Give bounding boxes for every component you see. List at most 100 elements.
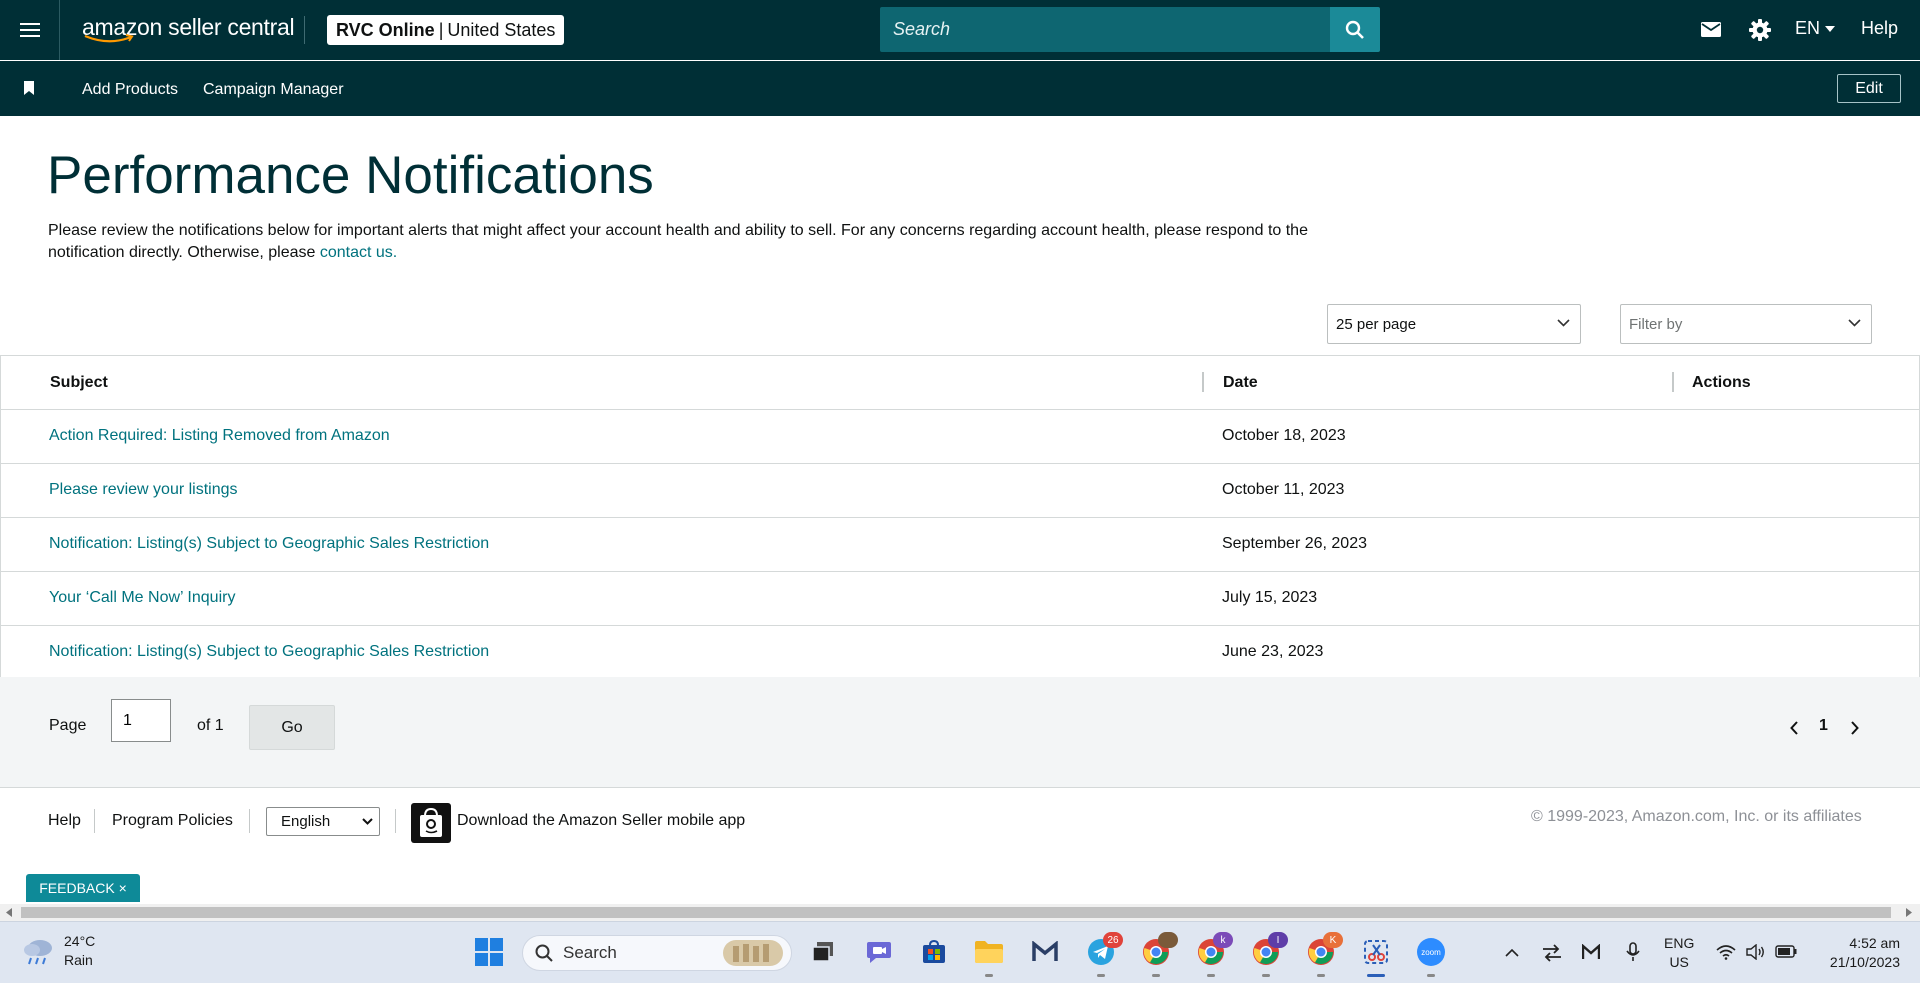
clock-date: 21/10/2023 [1829,954,1900,970]
horizontal-scrollbar[interactable] [0,904,1920,921]
network-sync-icon[interactable] [1542,944,1562,962]
intro-paragraph: Please review the notifications below fo… [48,220,1308,264]
mailbird-button[interactable] [1029,936,1061,968]
notification-date: June 23, 2023 [1222,643,1324,660]
svg-text:zoom: zoom [1421,948,1441,957]
taskbar-search-label: Search [563,943,617,962]
store-region: United States [447,19,556,40]
scroll-right-icon[interactable] [1906,908,1912,917]
file-explorer-button[interactable] [973,936,1005,977]
zoom-button[interactable]: zoom [1415,936,1447,977]
bookmark-icon[interactable] [23,81,35,95]
snipping-tool-button[interactable] [1360,936,1392,977]
folder-icon [975,941,1003,963]
notification-subject-link[interactable]: Notification: Listing(s) Subject to Geog… [49,643,489,661]
notification-badge: 26 [1103,932,1123,948]
notification-date: September 26, 2023 [1222,535,1367,552]
language-selector[interactable]: EN [1795,18,1836,39]
hamburger-menu-button[interactable] [0,0,60,60]
amazon-seller-app-icon[interactable] [411,803,451,843]
weather-temperature: 24°C [64,933,96,949]
table-row: Notification: Listing(s) Subject to Geog… [1,518,1919,572]
profile-avatar [1158,932,1178,948]
chevron-up-icon[interactable] [1505,949,1519,957]
column-resizer[interactable] [1672,372,1674,392]
search-icon [535,944,553,962]
input-language-indicator[interactable]: ENG US [1664,934,1694,972]
scrollbar-thumb[interactable] [21,907,1891,918]
microsoft-store-button[interactable] [918,936,950,968]
telegram-button[interactable]: 26 [1085,932,1123,977]
input-language-line1: ENG [1664,935,1695,951]
teams-chat-button[interactable] [863,936,895,968]
copyright-text: © 1999-2023, Amazon.com, Inc. or its aff… [1531,808,1862,825]
chevron-down-icon [362,818,373,825]
running-indicator [1152,974,1160,977]
notification-date: October 18, 2023 [1222,427,1346,444]
column-header-subject[interactable]: Subject [50,374,108,392]
per-page-value: 25 per page [1336,315,1417,333]
store-name: RVC Online [336,19,435,40]
filter-by-select[interactable]: Filter by [1620,304,1872,344]
notification-subject-link[interactable]: Action Required: Listing Removed from Am… [49,427,390,445]
microphone-icon[interactable] [1626,942,1640,962]
notification-subject-link[interactable]: Please review your listings [49,481,238,499]
chrome-profile-button[interactable] [1140,932,1178,977]
scroll-left-icon[interactable] [6,908,12,917]
program-policies-link[interactable]: Program Policies [112,812,233,830]
footer-help-link[interactable]: Help [48,812,81,830]
mailbird-tray-icon[interactable] [1582,944,1600,960]
running-indicator [1427,974,1435,977]
speaker-icon[interactable] [1746,944,1766,960]
chrome-profile-button[interactable]: k [1195,932,1233,977]
per-page-select[interactable]: 25 per page [1327,304,1581,344]
footer-language-select[interactable]: English [266,807,380,836]
weather-widget[interactable]: 24°C Rain [22,932,95,970]
battery-icon[interactable] [1775,945,1797,958]
add-products-link[interactable]: Add Products [82,81,178,99]
help-link[interactable]: Help [1861,18,1898,39]
taskbar-search-box[interactable]: Search [522,935,792,971]
search-input[interactable]: Search [880,7,1330,52]
task-view-button[interactable] [807,936,839,968]
running-indicator [985,974,993,977]
notification-subject-link[interactable]: Notification: Listing(s) Subject to Geog… [49,535,489,553]
chevron-right-icon[interactable] [1851,721,1859,735]
clock[interactable]: 4:52 am 21/10/2023 [1816,934,1900,972]
download-app-link[interactable]: Download the Amazon Seller mobile app [457,812,745,830]
wifi-icon[interactable] [1716,944,1736,960]
hamburger-icon [19,23,40,37]
windows-start-button[interactable] [473,936,505,968]
amazon-seller-central-logo[interactable]: amazon seller central [82,14,295,43]
gear-icon[interactable] [1748,18,1772,42]
input-language-line2: US [1669,954,1689,970]
footer-divider [249,809,250,833]
notifications-table: Subject Date Actions Action Required: Li… [0,355,1920,680]
edit-button[interactable]: Edit [1837,74,1901,103]
current-page-number[interactable]: 1 [1819,717,1828,735]
snipping-tool-icon [1364,940,1388,964]
amazon-bag-icon [420,807,442,837]
column-resizer[interactable] [1202,372,1204,392]
running-indicator [1317,974,1325,977]
go-button[interactable]: Go [249,705,335,750]
store-selector[interactable]: RVC Online | United States [327,15,565,45]
running-indicator [1262,974,1270,977]
mail-icon[interactable] [1700,19,1722,39]
chrome-profile-button[interactable]: K [1305,932,1343,977]
contact-us-link[interactable]: contact us. [320,244,397,261]
footer-language-value: English [281,813,331,830]
profile-badge: K [1323,932,1343,948]
campaign-manager-link[interactable]: Campaign Manager [203,81,344,99]
logo-divider [304,16,305,44]
search-button[interactable] [1330,7,1380,52]
notification-subject-link[interactable]: Your ‘Call Me Now’ Inquiry [49,589,235,607]
zoom-icon: zoom [1417,938,1445,966]
table-row: Action Required: Listing Removed from Am… [1,410,1919,464]
table-row: Please review your listings October 11, … [1,464,1919,518]
chevron-left-icon[interactable] [1790,721,1798,735]
chrome-profile-button[interactable]: I [1250,932,1288,977]
column-header-date[interactable]: Date [1223,374,1258,392]
feedback-button[interactable]: FEEDBACK × [26,874,140,902]
page-number-input[interactable] [111,699,171,742]
